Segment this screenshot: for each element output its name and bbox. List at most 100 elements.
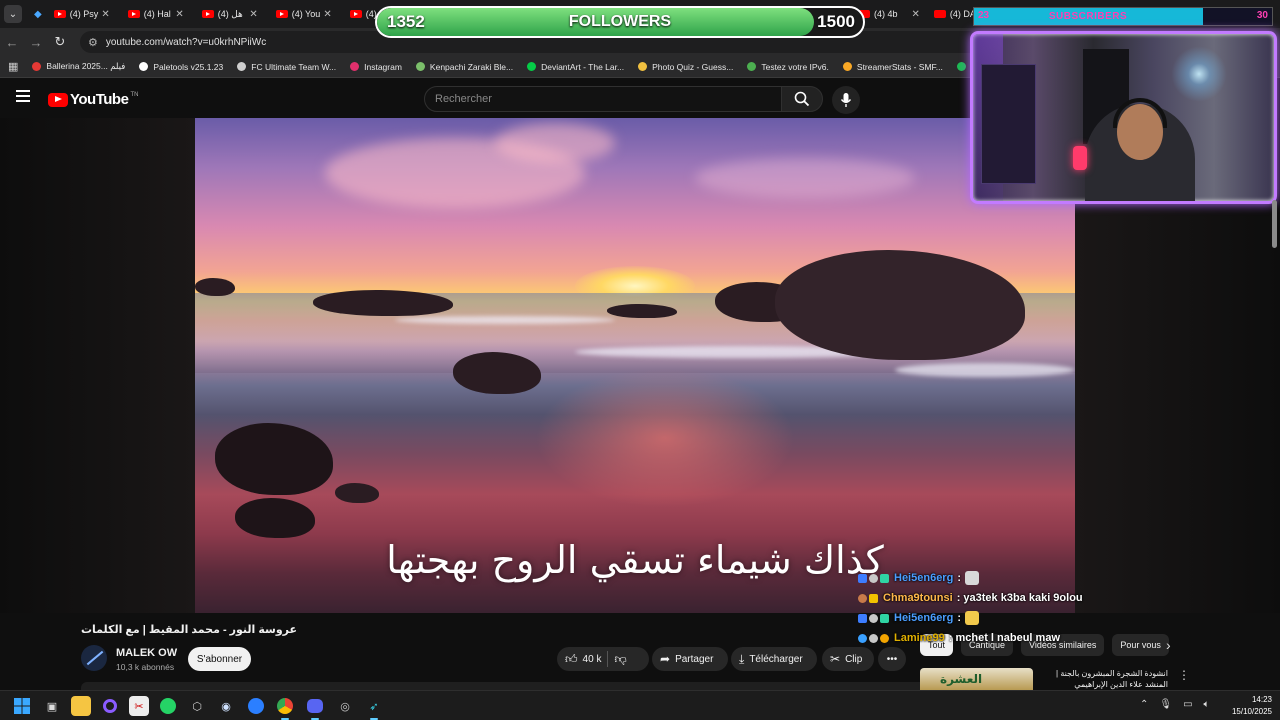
bookmark-favicon-icon [350, 62, 360, 71]
bookmark-label: Testez votre IPv6. [761, 61, 829, 72]
bookmark-label: Paletools v25.1.23 [153, 61, 224, 72]
steam-icon[interactable]: ◉ [216, 696, 236, 716]
video-letterbox-left [0, 118, 195, 613]
discord-icon[interactable] [305, 696, 325, 720]
download-label: Télécharger [749, 653, 803, 665]
channel-subscriber-count: 10,3 k abonnés [116, 662, 175, 672]
site-info-icon[interactable]: ⚙ [88, 36, 98, 49]
rock [607, 304, 677, 318]
whatsapp-icon[interactable] [158, 696, 178, 716]
close-icon[interactable]: ✕ [249, 9, 257, 20]
scrollbar-thumb[interactable] [1272, 200, 1277, 248]
like-count[interactable]: 40 k [583, 654, 602, 665]
chat-text: : [957, 612, 961, 624]
browser-tab[interactable]: (4) You ✕ [270, 2, 338, 26]
thumbs-down-icon[interactable]: 👎︎ [614, 652, 626, 667]
close-icon[interactable]: ✕ [323, 9, 331, 20]
bookmark-favicon-icon [842, 62, 852, 71]
youtube-play-icon [48, 92, 68, 107]
badge-icon [880, 633, 889, 643]
thumbs-up-icon[interactable]: 👍︎ [565, 652, 578, 667]
bookmark-item[interactable]: StreamerStats - SMF... [842, 61, 943, 72]
rock [195, 278, 235, 296]
voice-search-button[interactable] [832, 86, 860, 114]
microphone [1073, 146, 1087, 170]
file-explorer-icon[interactable] [71, 696, 91, 716]
bookmark-item[interactable]: Kenpachi Zaraki Ble... [415, 61, 513, 72]
system-clock[interactable]: 14:23 15/10/2025 [1226, 694, 1272, 718]
app-icon[interactable] [246, 696, 266, 716]
share-label: Partager [675, 653, 714, 665]
download-button[interactable]: ⤓ Télécharger [731, 647, 817, 671]
chat-username: Chma9tounsi [883, 592, 953, 604]
chat-message: Hei5en6erg : [858, 608, 1118, 628]
browser-tab[interactable]: (4) هل ✕ [196, 2, 264, 26]
microphone-icon[interactable]: 🎙︎ [1159, 699, 1172, 710]
youtube-wordmark: YouTube [70, 91, 129, 108]
chat-username: Hei5en6erg [894, 572, 954, 584]
video-player[interactable]: كذاك شيماء تسقي الروح بهجتها [195, 118, 1075, 613]
task-view-icon[interactable]: ▣ [42, 696, 62, 716]
close-icon[interactable]: ✕ [912, 9, 920, 20]
reload-icon[interactable]: ↻ [48, 34, 72, 50]
share-button[interactable]: ➦ Partager [652, 647, 728, 671]
subscribe-button[interactable]: S'abonner [188, 647, 251, 671]
bookmark-favicon-icon [638, 62, 648, 71]
youtube-logo[interactable]: YouTube TN [48, 91, 138, 108]
snipping-tool-icon[interactable]: ✂ [129, 696, 149, 716]
app-icon[interactable]: ⬡ [187, 696, 207, 716]
recommended-video-title[interactable]: انشودة الشجرة المبشرون بالجنة | المنشد ع… [1038, 668, 1168, 690]
bookmark-label: Photo Quiz - Guess... [652, 61, 734, 72]
close-icon[interactable]: ✕ [101, 9, 109, 20]
windows-start-icon[interactable] [12, 696, 32, 716]
recommended-video-thumbnail[interactable]: العشرة [920, 668, 1033, 690]
network-icon[interactable]: ▭ [1183, 699, 1192, 710]
divider [607, 651, 609, 667]
menu-hamburger-icon[interactable] [16, 90, 30, 104]
chip-for-you[interactable]: Pour vous [1112, 634, 1169, 656]
badge-icon [869, 573, 878, 583]
apps-grid-icon[interactable]: ▦ [8, 60, 18, 73]
search-input[interactable] [425, 87, 781, 111]
bookmark-item[interactable]: Photo Quiz - Guess... [638, 61, 733, 72]
close-icon[interactable]: ✕ [175, 9, 183, 20]
bookmark-label: FC Ultimate Team W... [251, 61, 337, 72]
forward-arrow-icon[interactable]: → [24, 35, 48, 50]
wave-foam [895, 363, 1075, 377]
search-button[interactable] [781, 86, 823, 112]
browser-tab[interactable]: (4) Psy ✕ [48, 2, 116, 26]
description-box[interactable] [81, 682, 961, 690]
chevron-up-icon[interactable]: ⌃ [1140, 699, 1148, 710]
app-icon[interactable]: ◎ [335, 696, 355, 716]
browser-tab[interactable]: (4) 4b ✕ (4) DA [858, 4, 976, 24]
shelf [981, 64, 1036, 184]
kebab-menu-icon[interactable]: ⋮ [1178, 668, 1190, 682]
app-icon[interactable]: ➶ [364, 696, 384, 720]
bookmark-item[interactable]: Testez votre IPv6. [747, 61, 829, 72]
clip-button[interactable]: ✂ Clip [822, 647, 874, 671]
tab-search-chevron-down-icon[interactable]: ⌄ [4, 5, 22, 23]
rock [335, 483, 379, 503]
gem-icon[interactable]: ◆ [34, 9, 42, 20]
url-text: youtube.com/watch?v=u0krhNPiiWc [105, 36, 267, 48]
search-icon [794, 91, 810, 107]
bookmark-item[interactable]: Paletools v25.1.23 [139, 61, 223, 72]
bookmark-item[interactable]: FC Ultimate Team W... [237, 61, 336, 72]
bookmark-item[interactable]: DeviantArt - The Lar... [527, 61, 624, 72]
badge-icon [858, 613, 867, 623]
channel-name[interactable]: MALEK OW [116, 647, 177, 659]
app-icon[interactable] [100, 696, 120, 716]
browser-tab[interactable]: (4) Hal ✕ [122, 2, 190, 26]
badge-icon [869, 633, 878, 643]
video-title: عروسة النور - محمد المقيط | مع الكلمات [81, 624, 298, 636]
volume-icon[interactable]: 🔈︎ [1204, 699, 1210, 710]
chrome-icon[interactable] [275, 696, 295, 720]
chevron-right-icon[interactable]: › [1166, 637, 1171, 653]
channel-avatar[interactable] [81, 645, 107, 671]
back-arrow-icon[interactable]: ← [0, 35, 24, 50]
bookmark-item[interactable]: Instagram [350, 61, 402, 72]
bookmark-item[interactable]: Ballerina 2025... فيلم [32, 61, 125, 72]
more-actions-button[interactable]: ••• [878, 647, 906, 671]
tab-label: (4) هل [217, 8, 243, 19]
more-horizontal-icon: ••• [886, 653, 898, 665]
